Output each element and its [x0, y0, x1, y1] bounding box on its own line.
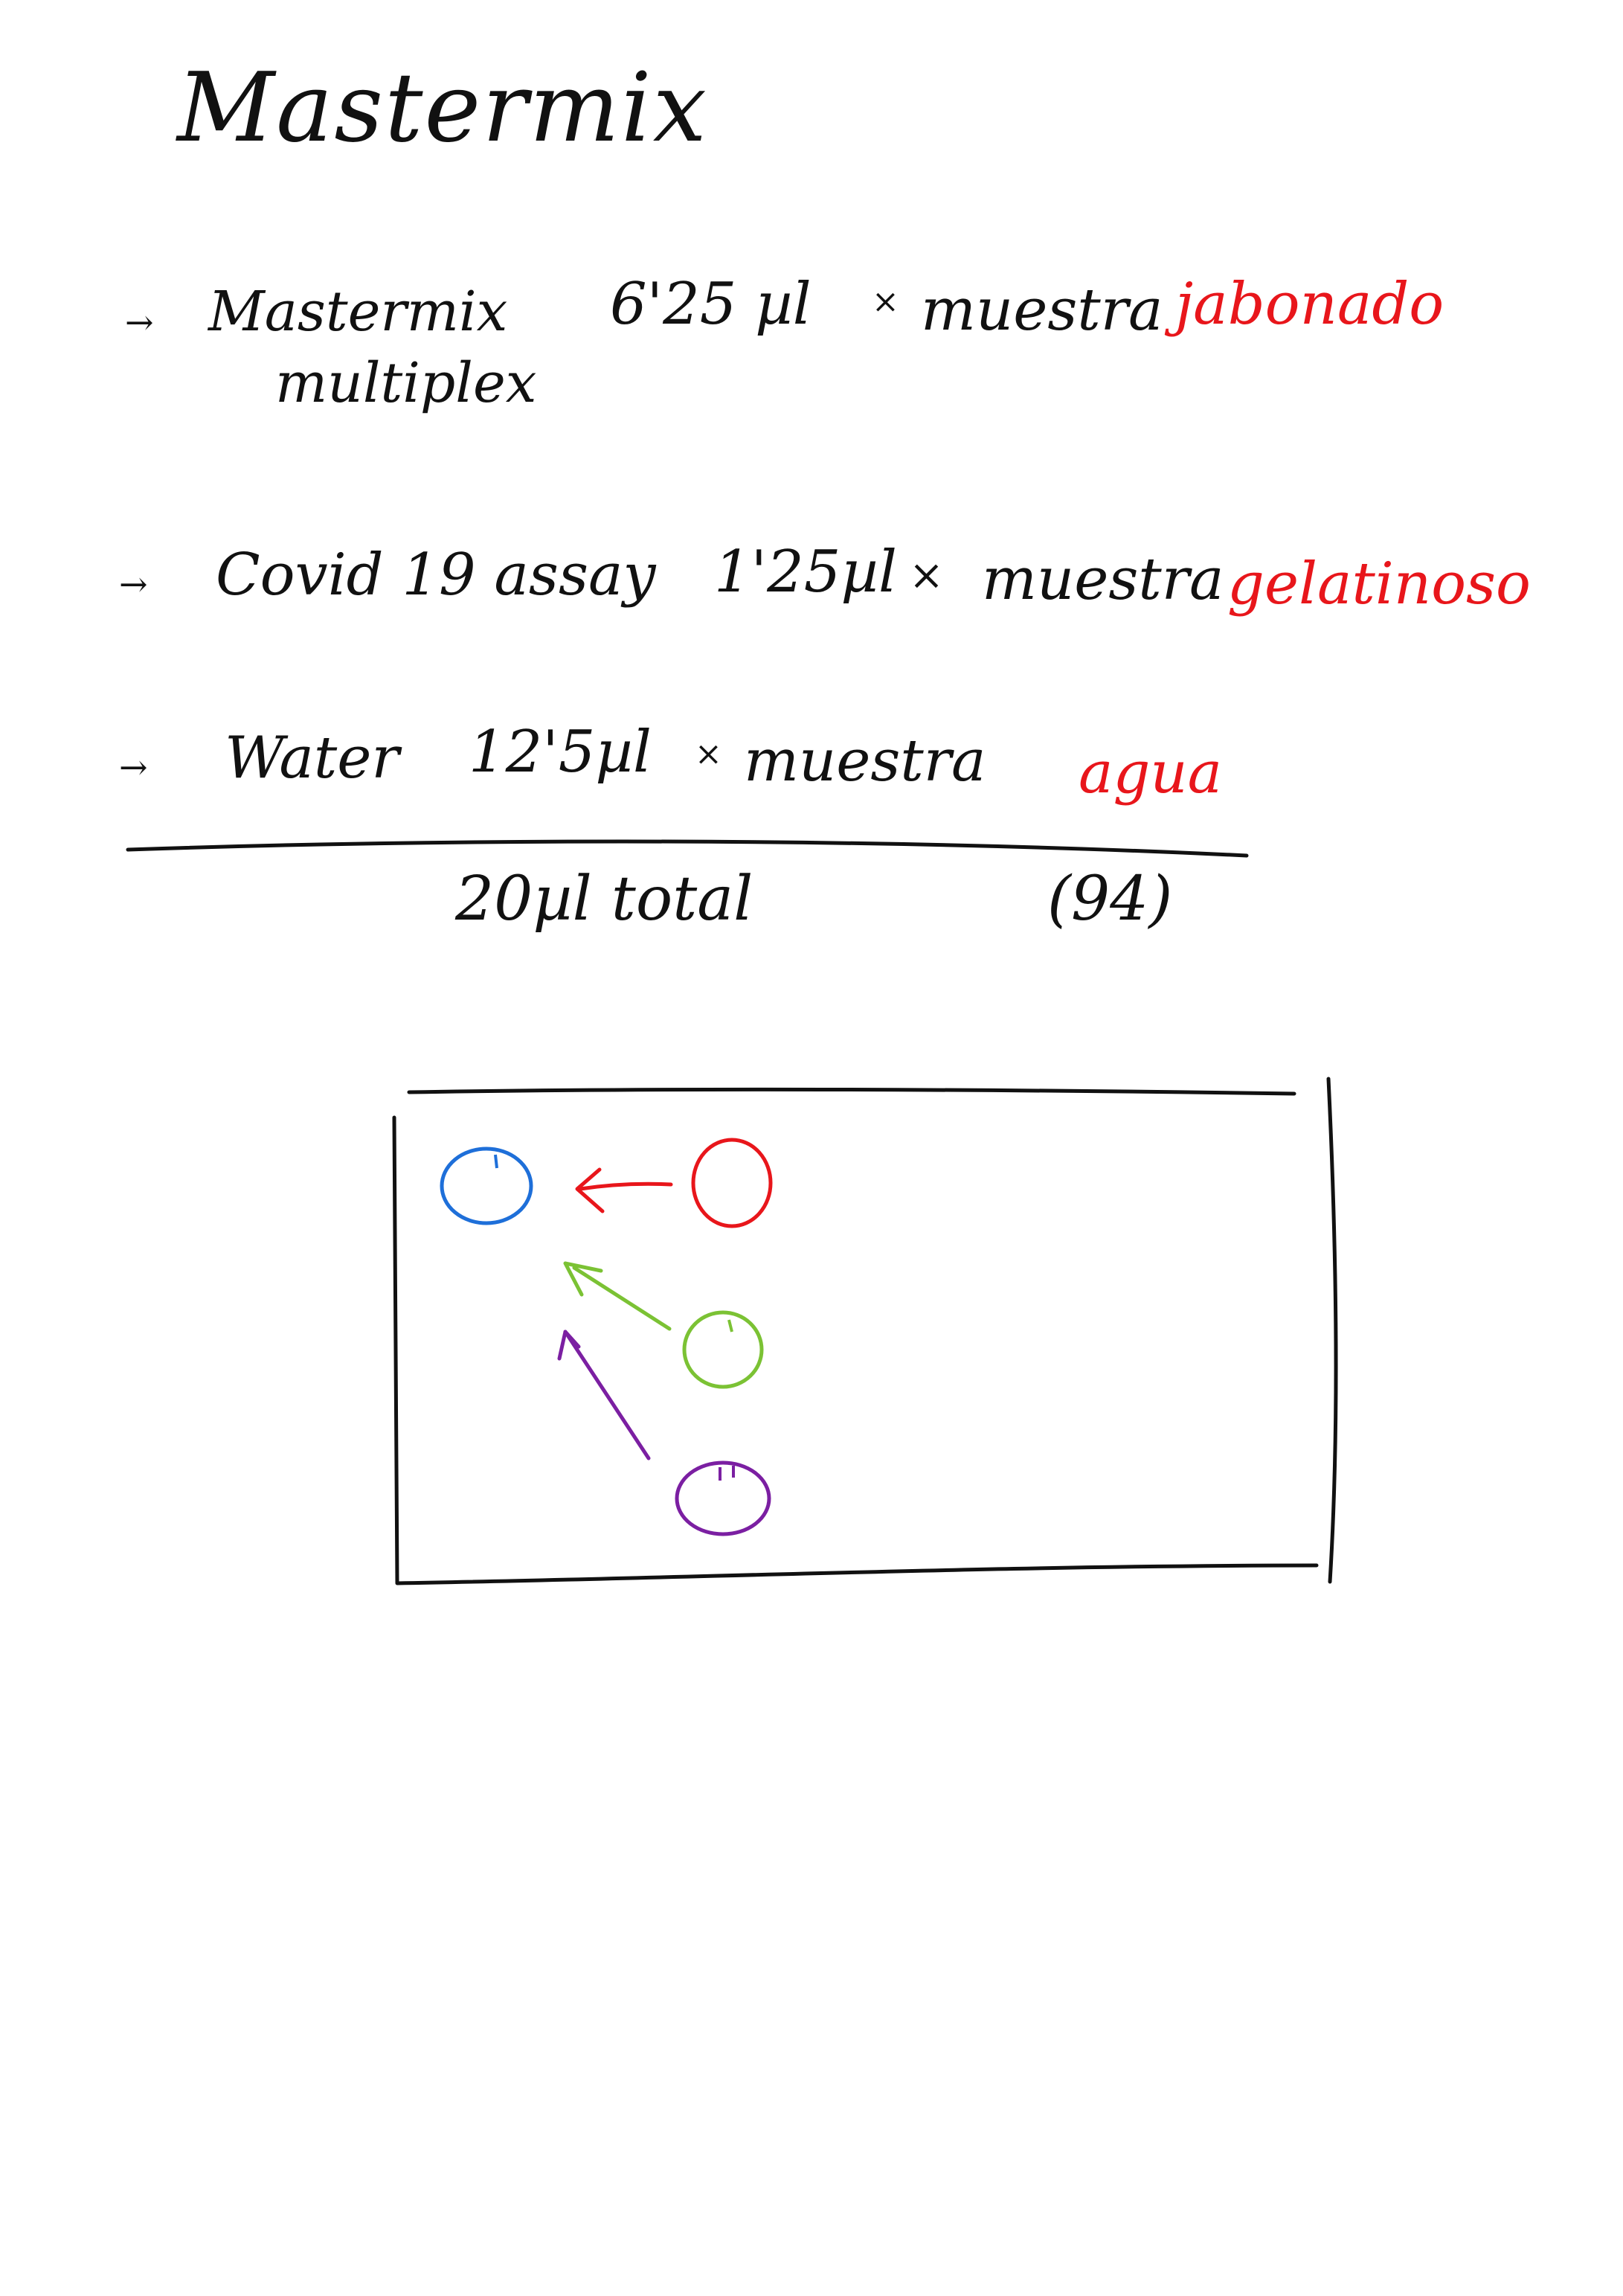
red-circle: [691, 1138, 773, 1228]
purple-circle: [675, 1460, 771, 1536]
blue-circle: [440, 1147, 533, 1225]
handwritten-note: Mastermix → Mastermix multiplex 6'25 µl …: [0, 0, 1623, 2296]
plate-box: [392, 1077, 1338, 1585]
green-arrow-icon: [563, 1261, 672, 1331]
green-circle: [682, 1310, 764, 1389]
red-arrow-icon: [575, 1167, 673, 1213]
purple-arrow-icon: [557, 1330, 651, 1460]
sum-divider-line: [126, 839, 1249, 858]
sketch-layer: [126, 839, 1338, 1585]
